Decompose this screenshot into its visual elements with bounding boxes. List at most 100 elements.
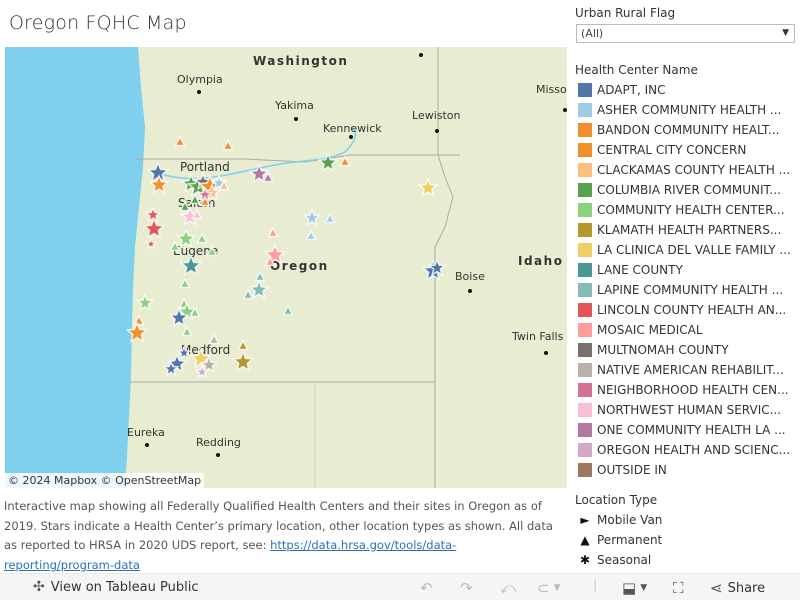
color-swatch bbox=[578, 83, 592, 97]
legend-label: ONE COMMUNITY HEALTH LA ... bbox=[597, 423, 786, 437]
color-swatch bbox=[578, 203, 592, 217]
color-swatch bbox=[578, 383, 592, 397]
legend-item[interactable]: BANDON COMMUNITY HEALT... bbox=[578, 120, 791, 140]
permanent-location-marker[interactable] bbox=[208, 333, 220, 345]
primary-location-marker[interactable] bbox=[135, 293, 155, 312]
legend-item[interactable]: MOSAIC MEDICAL bbox=[578, 320, 791, 340]
legend-item[interactable]: OUTSIDE IN bbox=[578, 460, 791, 480]
redo-icon: ↷ bbox=[460, 579, 473, 597]
download-icon: ⬓ bbox=[622, 579, 637, 597]
legend-item[interactable]: ONE COMMUNITY HEALTH LA ... bbox=[578, 420, 791, 440]
share-label: Share bbox=[727, 580, 766, 596]
legend-item[interactable]: NORTHWEST HUMAN SERVIC... bbox=[578, 400, 791, 420]
primary-location-marker[interactable] bbox=[142, 217, 166, 239]
location-type-item[interactable]: ▲ Permanent bbox=[578, 530, 662, 550]
revert-button[interactable]: ⤺ bbox=[500, 579, 516, 597]
legend-label: COLUMBIA RIVER COMMUNIT... bbox=[597, 183, 781, 197]
state-label-washington: Washington bbox=[253, 54, 348, 68]
permanent-location-marker[interactable] bbox=[179, 277, 191, 289]
location-type-label: Mobile Van bbox=[597, 513, 663, 527]
permanent-location-marker[interactable] bbox=[324, 212, 336, 224]
undo-button[interactable]: ↶ bbox=[420, 579, 433, 597]
legend-item[interactable]: COMMUNITY HEALTH CENTER... bbox=[578, 200, 791, 220]
primary-location-marker[interactable] bbox=[144, 206, 162, 223]
permanent-location-marker[interactable] bbox=[282, 304, 294, 316]
play-triangle-icon: ► bbox=[580, 513, 590, 527]
legend-item[interactable]: MULTNOMAH COUNTY bbox=[578, 340, 791, 360]
color-swatch bbox=[578, 403, 592, 417]
primary-location-marker[interactable] bbox=[417, 177, 439, 197]
legend-label: COMMUNITY HEALTH CENTER... bbox=[597, 203, 785, 217]
legend-label: NATIVE AMERICAN REHABILIT... bbox=[597, 363, 784, 377]
permanent-location-marker[interactable] bbox=[339, 155, 351, 167]
permanent-location-marker[interactable] bbox=[237, 339, 249, 351]
legend-item[interactable]: CENTRAL CITY CONCERN bbox=[578, 140, 791, 160]
refresh-button[interactable]: ⊂ ▼ bbox=[537, 579, 561, 597]
dashboard-title: Oregon FQHC Map bbox=[9, 12, 187, 34]
permanent-location-marker[interactable] bbox=[133, 314, 145, 326]
legend-item[interactable]: ADAPT, INC bbox=[578, 80, 791, 100]
color-swatch bbox=[578, 423, 592, 437]
primary-location-marker[interactable] bbox=[144, 237, 158, 250]
legend-item[interactable]: OREGON HEALTH AND SCIENC... bbox=[578, 440, 791, 460]
color-swatch bbox=[578, 243, 592, 257]
download-button[interactable]: ⬓ ▼ bbox=[622, 579, 647, 597]
city-portland: Portland bbox=[180, 160, 230, 174]
city-kennewick: Kennewick bbox=[323, 122, 382, 139]
svg-text:Portland: Portland bbox=[180, 160, 230, 174]
legend-label: CENTRAL CITY CONCERN bbox=[597, 143, 747, 157]
legend-item[interactable]: LAPINE COMMUNITY HEALTH ... bbox=[578, 280, 791, 300]
legend-label: ADAPT, INC bbox=[597, 83, 666, 97]
legend-item[interactable]: LANE COUNTY bbox=[578, 260, 791, 280]
color-swatch bbox=[578, 283, 592, 297]
redo-button[interactable]: ↷ bbox=[460, 579, 473, 597]
primary-location-marker[interactable] bbox=[179, 254, 203, 276]
city-redding: Redding bbox=[196, 436, 241, 457]
share-button[interactable]: ⋖ Share bbox=[710, 579, 765, 597]
primary-location-marker[interactable] bbox=[302, 208, 322, 227]
triangle-icon: ▲ bbox=[580, 533, 590, 547]
color-swatch bbox=[578, 323, 592, 337]
toolbar: ✣ View on Tableau Public ↶ ↷ ⤺ ⊂ ▼ | ⬓ ▼ ⛶… bbox=[0, 573, 800, 600]
permanent-location-marker[interactable] bbox=[267, 226, 279, 238]
permanent-location-marker[interactable] bbox=[242, 288, 254, 300]
fullscreen-button[interactable]: ⛶ bbox=[673, 579, 684, 597]
permanent-location-marker[interactable] bbox=[174, 135, 186, 147]
chevron-down-icon: ▼ bbox=[782, 28, 789, 38]
legend-item[interactable]: COLUMBIA RIVER COMMUNIT... bbox=[578, 180, 791, 200]
legend-item[interactable]: LA CLINICA DEL VALLE FAMILY ... bbox=[578, 240, 791, 260]
location-type-item[interactable]: ► Mobile Van bbox=[578, 510, 662, 530]
revert-icon: ⤺ bbox=[500, 579, 517, 597]
legend-label: MOSAIC MEDICAL bbox=[597, 323, 703, 337]
view-on-tableau-button[interactable]: ✣ View on Tableau Public bbox=[33, 579, 198, 595]
permanent-location-marker[interactable] bbox=[196, 232, 208, 244]
ocean bbox=[5, 47, 145, 488]
city-lewiston: Lewiston bbox=[412, 109, 461, 133]
map-view[interactable]: Olympia Yakima Kennewick Lewiston Portla… bbox=[5, 47, 567, 488]
city-eureka: Eureka bbox=[127, 426, 165, 447]
fullscreen-icon: ⛶ bbox=[673, 579, 684, 597]
chevron-down-icon: ▼ bbox=[640, 583, 648, 593]
divider: | bbox=[593, 578, 598, 593]
legend-item[interactable]: CLACKAMAS COUNTY HEALTH ... bbox=[578, 160, 791, 180]
permanent-location-marker[interactable] bbox=[254, 270, 266, 282]
map-canvas[interactable]: Olympia Yakima Kennewick Lewiston Portla… bbox=[5, 47, 567, 488]
legend-item[interactable]: NATIVE AMERICAN REHABILIT... bbox=[578, 360, 791, 380]
permanent-location-marker[interactable] bbox=[305, 229, 317, 241]
legend-item[interactable]: LINCOLN COUNTY HEALTH AN... bbox=[578, 300, 791, 320]
location-type-item[interactable]: ✱ Seasonal bbox=[578, 550, 662, 570]
legend-item[interactable]: NEIGHBORHOOD HEALTH CEN... bbox=[578, 380, 791, 400]
primary-location-marker[interactable] bbox=[231, 350, 255, 372]
permanent-location-marker[interactable] bbox=[181, 325, 193, 337]
primary-location-marker[interactable] bbox=[248, 279, 270, 299]
city-boise: Boise bbox=[455, 270, 485, 293]
asterisk-icon: ✱ bbox=[579, 553, 591, 567]
color-swatch bbox=[578, 443, 592, 457]
legend-item[interactable]: KLAMATH HEALTH PARTNERS... bbox=[578, 220, 791, 240]
svg-text:Boise: Boise bbox=[455, 270, 485, 283]
permanent-location-marker[interactable] bbox=[222, 139, 234, 151]
state-label-idaho: Idaho bbox=[518, 254, 563, 268]
legend-item[interactable]: ASHER COMMUNITY HEALTH ... bbox=[578, 100, 791, 120]
map-attribution[interactable]: © 2024 Mapbox © OpenStreetMap bbox=[5, 473, 205, 488]
urban-rural-filter-select[interactable]: (All) ▼ bbox=[576, 24, 795, 43]
